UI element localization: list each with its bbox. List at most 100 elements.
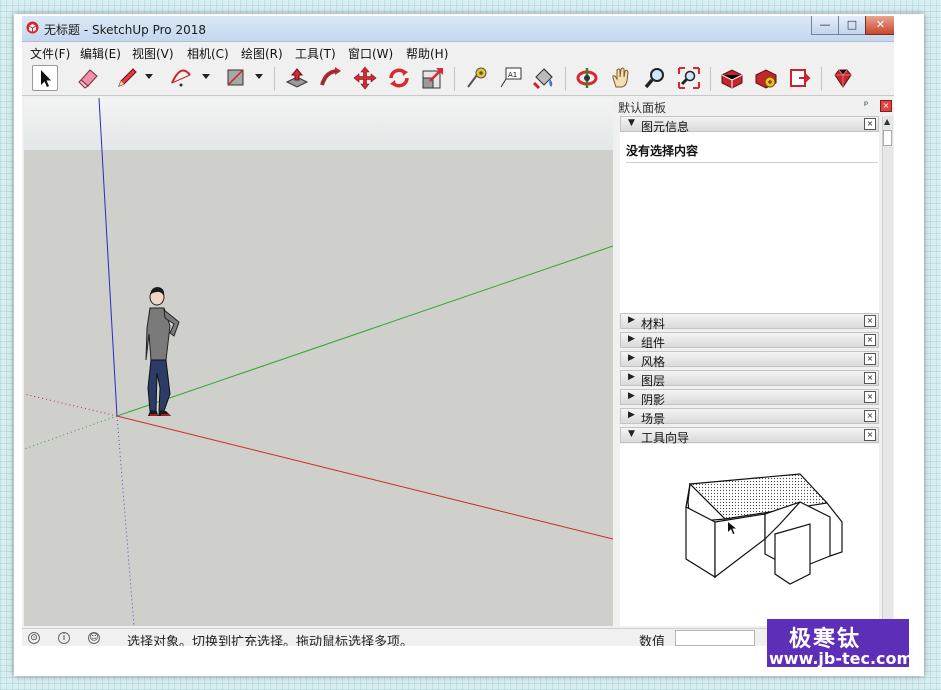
green-axis-negative xyxy=(24,415,118,450)
main-toolbar: A1 xyxy=(22,61,894,96)
scenes-label: 场景 xyxy=(641,412,666,426)
instructor-body xyxy=(620,444,879,626)
menu-window[interactable]: 窗口(W) xyxy=(348,45,393,62)
close-button[interactable]: ✕ xyxy=(865,16,894,35)
maximize-button[interactable]: □ xyxy=(838,16,866,35)
materials-header[interactable]: ▶ 材料 × xyxy=(620,313,879,331)
select-tool-illustration xyxy=(685,473,843,585)
tray-scrollbar[interactable]: ▲ xyxy=(882,116,893,626)
status-hint-text: 选择对象。切换到扩充选择。拖动鼠标选择多项。 xyxy=(127,635,414,646)
zoom-extents-tool-icon[interactable] xyxy=(676,65,702,91)
toolbar-separator xyxy=(821,67,822,91)
measurements-label: 数值 xyxy=(639,635,666,646)
text-tool-label: A1 xyxy=(508,71,517,79)
zoom-tool-icon[interactable] xyxy=(642,65,668,91)
menu-edit[interactable]: 编辑(E) xyxy=(80,45,121,62)
minimize-button[interactable]: — xyxy=(811,16,839,35)
scale-tool-icon[interactable] xyxy=(420,65,446,91)
section-close-icon[interactable]: × xyxy=(864,372,876,384)
eraser-tool-icon[interactable] xyxy=(76,65,102,91)
3d-warehouse-icon[interactable] xyxy=(719,65,745,91)
user-account-icon[interactable]: ☺ xyxy=(88,632,100,644)
section-close-icon[interactable]: × xyxy=(864,410,876,422)
toolbar-separator xyxy=(454,67,455,91)
default-tray: 默认面板 ᵖ × ▼ 图元信息 × 没有选择内容 ▶ 材料 × ▶ 组件 × ▶… xyxy=(618,98,894,626)
pan-tool-icon[interactable] xyxy=(608,65,634,91)
entity-info-body: 没有选择内容 xyxy=(620,132,879,313)
pin-icon[interactable]: ᵖ xyxy=(864,100,868,111)
layers-header[interactable]: ▶ 图层 × xyxy=(620,370,879,388)
scroll-thumb[interactable] xyxy=(883,130,892,146)
arc-tool-icon[interactable] xyxy=(168,65,194,91)
expand-arrow-icon: ▼ xyxy=(628,118,635,128)
collapse-arrow-icon: ▶ xyxy=(628,410,635,420)
entity-info-header[interactable]: ▼ 图元信息 × xyxy=(620,116,879,134)
section-close-icon[interactable]: × xyxy=(864,391,876,403)
section-close-icon[interactable]: × xyxy=(864,334,876,346)
menu-view[interactable]: 视图(V) xyxy=(132,45,174,62)
menu-file[interactable]: 文件(F) xyxy=(30,45,70,62)
blue-axis xyxy=(98,98,118,417)
scroll-up-arrow-icon[interactable]: ▲ xyxy=(884,117,890,126)
sketchup-window: 无标题 - SketchUp Pro 2018 — □ ✕ 文件(F) 编辑(E… xyxy=(22,16,894,646)
push-pull-tool-icon[interactable] xyxy=(284,65,310,91)
no-selection-text: 没有选择内容 xyxy=(626,144,699,158)
paint-bucket-tool-icon[interactable] xyxy=(531,65,557,91)
toolbar-separator xyxy=(710,67,711,91)
extension-warehouse-icon[interactable] xyxy=(753,65,779,91)
line-tool-dropdown-icon[interactable] xyxy=(145,74,153,79)
green-axis xyxy=(116,245,613,417)
tape-measure-tool-icon[interactable] xyxy=(463,65,489,91)
geo-location-icon[interactable]: ⊙ xyxy=(28,632,40,644)
collapse-arrow-icon: ▶ xyxy=(628,315,635,325)
styles-header[interactable]: ▶ 风格 × xyxy=(620,351,879,369)
collapse-arrow-icon: ▶ xyxy=(628,372,635,382)
drawing-viewport[interactable] xyxy=(24,98,613,626)
arc-tool-dropdown-icon[interactable] xyxy=(202,74,210,79)
instructor-header[interactable]: ▼ 工具向导 × xyxy=(620,427,879,445)
credits-info-icon[interactable]: i xyxy=(58,632,70,644)
shape-tool-dropdown-icon[interactable] xyxy=(255,74,263,79)
red-axis xyxy=(116,415,613,540)
menu-camera[interactable]: 相机(C) xyxy=(187,45,229,62)
red-axis-negative xyxy=(24,393,118,417)
sketchup-app-icon xyxy=(26,21,39,34)
orbit-tool-icon[interactable] xyxy=(574,65,600,91)
menu-tools[interactable]: 工具(T) xyxy=(295,45,336,62)
components-label: 组件 xyxy=(641,336,666,350)
collapse-arrow-icon: ▶ xyxy=(628,353,635,363)
toolbar-separator xyxy=(565,67,566,91)
scenes-header[interactable]: ▶ 场景 × xyxy=(620,408,879,426)
ruby-console-icon[interactable] xyxy=(830,65,856,91)
styles-label: 风格 xyxy=(641,355,666,369)
pencil-line-tool-icon[interactable] xyxy=(114,65,140,91)
section-close-icon[interactable]: × xyxy=(864,429,876,441)
follow-me-tool-icon[interactable] xyxy=(318,65,344,91)
rectangle-tool-icon[interactable] xyxy=(223,65,249,91)
tray-close-icon[interactable]: × xyxy=(880,100,892,112)
layout-send-icon[interactable] xyxy=(787,65,813,91)
materials-label: 材料 xyxy=(641,317,666,331)
toolbar-separator xyxy=(274,67,275,91)
title-bar[interactable]: 无标题 - SketchUp Pro 2018 — □ ✕ xyxy=(22,16,894,42)
section-close-icon[interactable]: × xyxy=(864,353,876,365)
blue-axis-negative xyxy=(116,415,135,626)
shadows-label: 阴影 xyxy=(641,393,666,407)
measurements-input[interactable] xyxy=(675,630,755,646)
section-close-icon[interactable]: × xyxy=(864,118,876,130)
shadows-header[interactable]: ▶ 阴影 × xyxy=(620,389,879,407)
rotate-tool-icon[interactable] xyxy=(386,65,412,91)
move-tool-icon[interactable] xyxy=(352,65,378,91)
select-tool-icon[interactable] xyxy=(32,65,58,91)
collapse-arrow-icon: ▶ xyxy=(628,334,635,344)
watermark-url: www.jb-tec.com xyxy=(769,649,909,667)
text-tool-icon[interactable]: A1 xyxy=(497,65,523,91)
components-header[interactable]: ▶ 组件 × xyxy=(620,332,879,350)
menu-help[interactable]: 帮助(H) xyxy=(406,45,448,62)
scene-canvas[interactable] xyxy=(24,98,613,626)
menu-draw[interactable]: 绘图(R) xyxy=(241,45,283,62)
tray-title: 默认面板 xyxy=(618,101,667,115)
status-bar: ⊙ i ☺ 选择对象。切换到扩充选择。拖动鼠标选择多项。 数值 xyxy=(22,628,894,646)
expand-arrow-icon: ▼ xyxy=(628,429,635,439)
section-close-icon[interactable]: × xyxy=(864,315,876,327)
